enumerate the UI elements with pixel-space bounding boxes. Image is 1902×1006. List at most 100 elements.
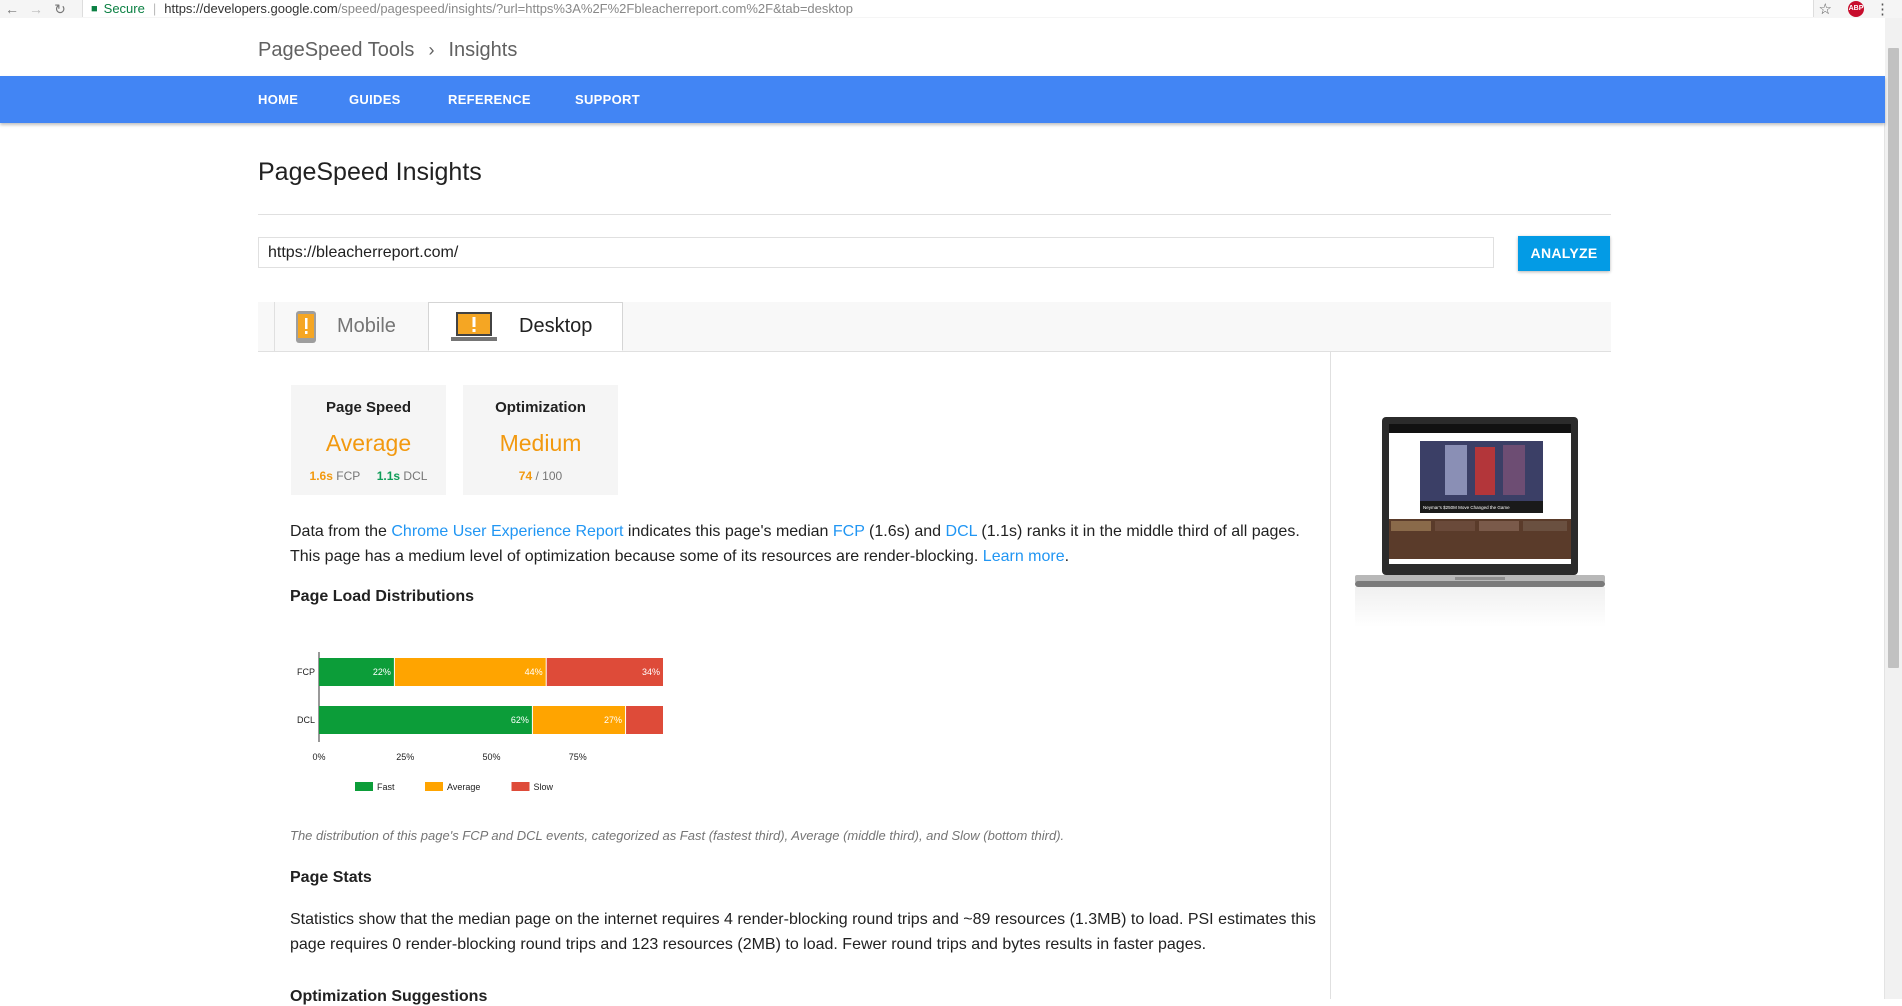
preview-player [1503,445,1525,495]
summary-text-part: . [1064,548,1070,565]
address-url[interactable]: https://developers.google.com/speed/page… [164,1,853,16]
title-divider [258,214,1611,215]
optimization-score-max: / 100 [535,469,563,483]
preview-topbar [1389,424,1571,433]
address-bar[interactable]: ■ Secure | https://developers.google.com… [82,0,1814,17]
laptop-reflection [1355,587,1605,627]
chart-legend-label: Slow [534,782,554,792]
secure-label: Secure [103,1,145,16]
chart-category-label: FCP [297,667,315,677]
nav-support[interactable]: SUPPORT [575,92,640,107]
preview-player [1475,447,1495,495]
chart-x-tick-label: 25% [396,752,414,762]
browser-toolbar: ← → ↻ ■ Secure | https://developers.goog… [0,0,1902,19]
preview-thumbnail [1479,521,1519,531]
preview-thumbnail [1435,521,1475,531]
adblock-extension-icon[interactable]: ABP [1848,1,1864,17]
summary-text-part: indicates this page's median [623,523,833,540]
chart-legend-swatch [355,782,373,791]
chart-x-tick-label: 75% [569,752,587,762]
chart-data-label: 22% [373,667,391,677]
preview-thumbnail [1391,521,1431,531]
chart-legend-swatch [425,782,443,791]
page-scrollbar[interactable] [1884,18,1902,999]
reload-icon[interactable]: ↻ [48,1,72,18]
page-speed-metrics: 1.6s FCP 1.1s DCL [291,469,446,483]
chart-bar-fast [319,706,532,734]
chevron-right-icon: › [428,40,435,60]
device-tabs: Mobile Desktop [258,302,1611,352]
preview-player [1445,445,1467,495]
chart-data-label: 62% [511,715,529,725]
dcl-label: DCL [403,469,428,483]
optimization-score: 74 / 100 [463,469,618,483]
fcp-value: 1.6s [309,469,333,483]
summary-text: Data from the Chrome User Experience Rep… [290,519,1340,569]
fcp-link[interactable]: FCP [833,523,865,540]
laptop-warning-icon [451,311,497,341]
url-host: https://developers.google.com [164,1,338,16]
tab-mobile-label: Mobile [337,315,396,337]
tab-desktop[interactable]: Desktop [428,302,623,351]
chart-category-label: DCL [297,715,315,725]
chart-bar-slow [626,706,663,734]
crux-report-link[interactable]: Chrome User Experience Report [391,523,623,540]
page-stats-text: Statistics show that the median page on … [290,911,1316,953]
chart-bar-average [394,658,546,686]
optimization-suggestions-heading: Optimization Suggestions [290,988,488,1005]
learn-more-link[interactable]: Learn more [983,548,1065,565]
page-speed-value: Average [325,430,412,456]
page-load-distribution-chart: FCP 22% 44% 34% DCL 62% 27% 0% 25% 50% 75% Fast Aver… [297,652,663,792]
page-speed-card: Page Speed Average 1.6s FCP 1.1s DCL [291,385,446,495]
tab-mobile[interactable]: Mobile [274,302,427,351]
distribution-caption: The distribution of this page's FCP and … [290,828,1065,843]
url-path: /speed/pagespeed/insights/?url=https%3A%… [337,1,853,16]
chart-data-label: 27% [604,715,622,725]
summary-text-part: (1.1s) ranks it in the middle third of a… [976,523,1300,540]
laptop-trackpad-notch [1455,577,1505,580]
summary-text-part: Data from the [290,523,392,540]
url-input[interactable] [258,237,1494,268]
chart-legend-label: Fast [377,782,395,792]
phone-warning-icon [296,310,316,343]
page-speed-title: Page Speed [325,399,412,416]
top-nav: HOME GUIDES REFERENCE SUPPORT [0,76,1885,123]
nav-reference[interactable]: REFERENCE [448,92,531,107]
optimization-score-value: 74 [518,469,533,483]
chart-legend-label: Average [447,782,480,792]
chart-x-tick-label: 0% [312,752,325,762]
nav-guides[interactable]: GUIDES [349,92,401,107]
page-stats-heading: Page Stats [290,869,372,886]
page-title: PageSpeed Insights [258,158,482,186]
forward-arrow-icon[interactable]: → [24,1,48,17]
site-header: PageSpeed Tools › Insights [0,18,1885,76]
desktop-screenshot-preview: Neymar's $250M Move Changed the Game [1355,417,1605,627]
preview-thumbnail [1523,521,1567,531]
chart-data-label: 44% [525,667,543,677]
chart-legend-swatch [511,782,530,791]
summary-text-part: (1.6s) and [864,523,946,540]
back-arrow-icon[interactable]: ← [0,1,24,17]
breadcrumb-current[interactable]: Insights [448,39,517,62]
chart-data-label: 34% [642,667,660,677]
address-separator: | [152,1,157,16]
breadcrumb: PageSpeed Tools › Insights [258,39,517,62]
laptop-base-edge [1355,581,1605,587]
optimization-value: Medium [499,430,582,456]
dcl-link[interactable]: DCL [946,523,977,540]
content-divider [1330,352,1331,999]
analyze-button[interactable]: ANALYZE [1518,236,1610,271]
distributions-heading: Page Load Distributions [290,588,475,605]
optimization-title: Optimization [495,399,586,416]
browser-menu-icon[interactable]: ⋮ [1875,0,1890,18]
dcl-value: 1.1s [376,469,401,483]
chart-x-tick-label: 50% [482,752,500,762]
summary-text-part: This page has a medium level of optimiza… [290,548,983,565]
lock-icon: ■ [91,2,98,15]
optimization-card: Optimization Medium 74 / 100 [463,385,618,495]
fcp-label: FCP [336,469,361,483]
bookmark-star-icon[interactable]: ☆ [1819,0,1832,18]
breadcrumb-root[interactable]: PageSpeed Tools [258,39,414,62]
nav-home[interactable]: HOME [258,92,298,107]
scrollbar-thumb[interactable] [1888,48,1899,668]
